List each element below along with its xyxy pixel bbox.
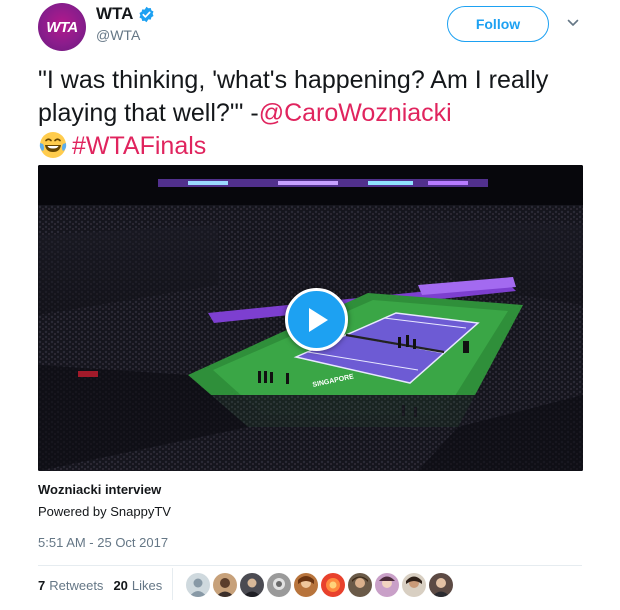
play-button[interactable] — [285, 288, 348, 351]
liker-avatar[interactable] — [402, 573, 426, 597]
stats-divider-top — [38, 565, 582, 566]
follow-button[interactable]: Follow — [447, 6, 549, 42]
liker-avatar[interactable] — [429, 573, 453, 597]
liker-avatar[interactable] — [186, 573, 210, 597]
retweets-count[interactable]: 7 — [38, 578, 45, 593]
liker-avatar[interactable] — [267, 573, 291, 597]
timestamp[interactable]: 5:51 AM - 25 Oct 2017 — [38, 535, 168, 550]
liker-avatar[interactable] — [213, 573, 237, 597]
liker-avatar[interactable] — [348, 573, 372, 597]
likes-label[interactable]: Likes — [132, 578, 162, 593]
tweet: WTA WTA @WTA Follow "I was thinking, 'wh… — [0, 0, 620, 610]
card-subtitle: Powered by SnappyTV — [38, 504, 171, 519]
face-with-tears-of-joy-icon — [39, 132, 67, 158]
liker-avatar[interactable] — [321, 573, 345, 597]
avatar-logo-text: WTA — [46, 18, 78, 36]
retweets-label[interactable]: Retweets — [49, 578, 103, 593]
play-icon — [308, 307, 328, 332]
chevron-down-icon[interactable] — [567, 17, 579, 29]
stats-separator — [172, 568, 173, 600]
liker-avatars — [186, 573, 456, 597]
liker-avatar[interactable] — [294, 573, 318, 597]
avatar[interactable]: WTA — [38, 3, 86, 51]
tweet-text: "I was thinking, 'what's happening? Am I… — [38, 64, 598, 163]
likes-count[interactable]: 20 — [113, 578, 127, 593]
video-player[interactable]: SINGAPORE — [38, 165, 583, 471]
engagement-stats: 7 Retweets 20 Likes — [38, 578, 172, 593]
hashtag-link[interactable]: #WTAFinals — [72, 132, 206, 160]
mention-link[interactable]: @CaroWozniacki — [259, 99, 452, 127]
verified-badge-icon — [139, 6, 154, 22]
author-name-row[interactable]: WTA — [96, 4, 155, 24]
liker-avatar[interactable] — [375, 573, 399, 597]
user-handle[interactable]: @WTA — [96, 27, 140, 43]
card-title[interactable]: Wozniacki interview — [38, 482, 161, 497]
display-name[interactable]: WTA — [96, 4, 133, 24]
liker-avatar[interactable] — [240, 573, 264, 597]
